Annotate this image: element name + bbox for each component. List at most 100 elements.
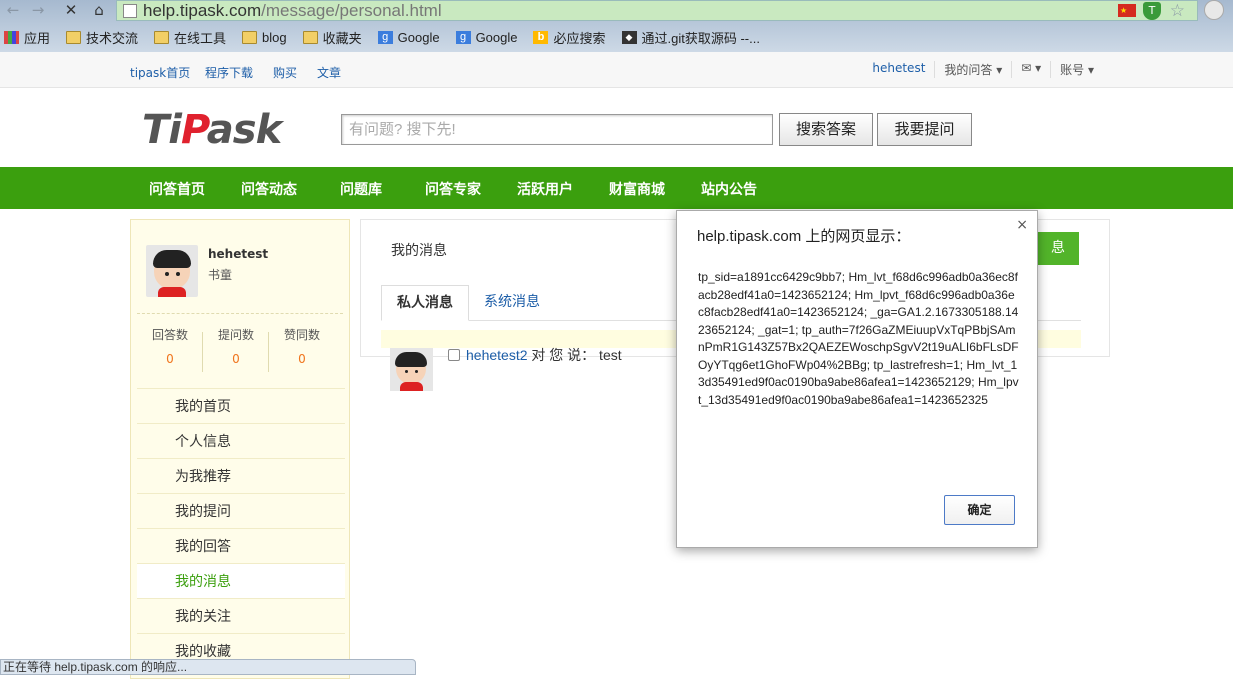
git-icon: ◆ xyxy=(621,30,637,44)
avatar-eye xyxy=(165,272,169,276)
bookmark-item[interactable]: b 必应搜索 xyxy=(529,28,606,47)
avatar-eye xyxy=(405,370,408,373)
message-checkbox[interactable] xyxy=(448,349,460,361)
avatar-hair xyxy=(395,352,427,367)
bookmark-item[interactable]: g Google xyxy=(374,30,440,45)
nav-item-experts[interactable]: 问答专家 xyxy=(425,179,481,199)
bookmark-star-icon[interactable]: ☆ xyxy=(1170,1,1185,21)
stat-likes[interactable]: 赞同数 0 xyxy=(269,326,335,366)
sidebar-username[interactable]: hehetest xyxy=(208,247,268,261)
search-input[interactable]: 有问题? 搜下先! xyxy=(341,114,773,145)
sidebar-item-profile[interactable]: 个人信息 xyxy=(137,423,345,458)
message-text: hehetest2 对 您 说： test xyxy=(466,345,622,365)
user-sidebar: hehetest 书童 回答数 0 提问数 0 赞同数 0 我的首页 个人信息 为我推… xyxy=(130,219,350,679)
bookmark-item[interactable]: 应用 xyxy=(0,28,50,47)
logo-text-p: P xyxy=(181,107,208,153)
bookmark-item[interactable]: ◆ 通过.git获取源码 --... xyxy=(618,28,760,47)
google-icon: g xyxy=(377,30,393,44)
tab-system-messages[interactable]: 系统消息 xyxy=(469,285,555,321)
china-flag-icon[interactable]: ★ xyxy=(1118,4,1136,17)
bookmark-label: 应用 xyxy=(24,30,51,46)
sidebar-menu: 我的首页 个人信息 为我推荐 我的提问 我的回答 我的消息 我的关注 我的收藏 xyxy=(137,388,345,668)
dialog-title: help.tipask.com 上的网页显示： xyxy=(697,228,911,245)
address-row: ← → ✕ ⌂ help.tipask.com/message/personal… xyxy=(0,0,1233,22)
stat-questions[interactable]: 提问数 0 xyxy=(203,326,269,366)
sidebar-item-my-answers[interactable]: 我的回答 xyxy=(137,528,345,563)
url-text[interactable]: help.tipask.com/message/personal.html xyxy=(143,1,442,21)
bookmark-label: 必应搜索 xyxy=(553,30,606,46)
ok-button[interactable]: 确定 xyxy=(944,495,1015,525)
topbar-link-buy[interactable]: 购买 xyxy=(273,64,297,81)
mail-dropdown[interactable]: ✉ ▾ xyxy=(1012,61,1052,78)
topbar-link-download[interactable]: 程序下载 xyxy=(205,64,253,81)
ask-question-button[interactable]: 我要提问 xyxy=(877,113,972,146)
bookmark-item[interactable]: g Google xyxy=(452,29,518,45)
nav-item-activity[interactable]: 问答动态 xyxy=(241,179,297,199)
page-icon xyxy=(123,3,137,18)
sidebar-item-recommend[interactable]: 为我推荐 xyxy=(137,458,345,493)
bookmark-item[interactable]: blog xyxy=(238,30,287,45)
avatar[interactable] xyxy=(390,348,433,391)
forward-arrow-icon[interactable]: → xyxy=(27,0,49,20)
nav-item-active-users[interactable]: 活跃用户 xyxy=(517,179,573,199)
main-nav: 问答首页 问答动态 问题库 问答专家 活跃用户 财富商城 站内公告 xyxy=(0,167,1233,209)
sidebar-item-messages[interactable]: 我的消息 xyxy=(137,563,345,598)
nav-item-mall[interactable]: 财富商城 xyxy=(609,179,665,199)
browser-menu-icon[interactable] xyxy=(1204,0,1224,20)
stat-label: 回答数 xyxy=(151,328,188,342)
nav-item-questions[interactable]: 问题库 xyxy=(340,179,382,199)
bookmark-label: Google xyxy=(475,29,518,45)
sidebar-item-following[interactable]: 我的关注 xyxy=(137,598,345,633)
back-arrow-icon[interactable]: ← xyxy=(2,0,24,20)
close-icon[interactable]: × xyxy=(1016,217,1028,233)
sidebar-item-my-questions[interactable]: 我的提问 xyxy=(137,493,345,528)
avatar[interactable] xyxy=(146,245,198,297)
stat-label: 提问数 xyxy=(217,328,254,342)
browser-chrome: ← → ✕ ⌂ help.tipask.com/message/personal… xyxy=(0,0,1233,52)
google-icon: g xyxy=(455,30,471,44)
bookmark-label: blog xyxy=(262,29,287,45)
nav-item-notices[interactable]: 站内公告 xyxy=(701,179,757,199)
stat-label: 赞同数 xyxy=(283,328,320,342)
address-bar[interactable]: help.tipask.com/message/personal.html ★ … xyxy=(116,0,1198,21)
bookmark-label: 技术交流 xyxy=(86,30,139,46)
username-link[interactable]: hehetest xyxy=(863,61,936,78)
stat-answers[interactable]: 回答数 0 xyxy=(137,326,203,366)
alert-dialog: × help.tipask.com 上的网页显示： tp_sid=a1891cc… xyxy=(676,210,1038,548)
bookmark-item[interactable]: 收藏夹 xyxy=(299,28,362,47)
shield-icon[interactable]: T xyxy=(1143,2,1161,20)
stop-icon[interactable]: ✕ xyxy=(60,0,82,20)
url-host: help.tipask.com xyxy=(143,0,262,20)
sidebar-item-home[interactable]: 我的首页 xyxy=(137,388,345,423)
dialog-message: tp_sid=a1891cc6429c9bb7; Hm_lvt_f68d6c99… xyxy=(698,270,1019,407)
bookmark-label: Google xyxy=(397,29,440,45)
account-dropdown[interactable]: 账号 ▾ xyxy=(1051,61,1103,78)
bookmark-item[interactable]: 在线工具 xyxy=(150,28,226,47)
site-header: TiPask 有问题? 搜下先! 搜索答案 我要提问 xyxy=(0,88,1233,167)
sidebar-rank: 书童 xyxy=(208,268,233,282)
logo-text-ask: ask xyxy=(206,107,282,153)
search-answers-button[interactable]: 搜索答案 xyxy=(779,113,873,146)
bookmark-item[interactable]: 技术交流 xyxy=(62,28,138,47)
avatar-eye xyxy=(176,272,180,276)
bing-icon: b xyxy=(533,30,549,44)
topbar-link-home[interactable]: tipask首页 xyxy=(130,64,190,81)
message-sender-link[interactable]: hehetest2 xyxy=(466,347,528,363)
tab-private-messages[interactable]: 私人消息 xyxy=(381,285,469,321)
search-placeholder: 有问题? 搜下先! xyxy=(349,121,456,138)
stat-value: 0 xyxy=(298,352,306,366)
home-icon[interactable]: ⌂ xyxy=(88,0,110,20)
user-menu: hehetest 我的问答 ▾ ✉ ▾ 账号 ▾ xyxy=(863,61,1103,78)
user-stats: 回答数 0 提问数 0 赞同数 0 xyxy=(137,313,343,381)
avatar-eye xyxy=(415,370,418,373)
bookmark-label: 在线工具 xyxy=(174,30,227,46)
my-qa-dropdown[interactable]: 我的问答 ▾ xyxy=(935,61,1013,78)
bookmark-label: 通过.git获取源码 --... xyxy=(641,30,760,46)
folder-icon xyxy=(242,30,258,44)
tipask-logo[interactable]: TiPask xyxy=(142,107,282,153)
avatar-hair xyxy=(153,250,191,268)
message-body: 对 您 说： test xyxy=(527,347,622,363)
apps-icon xyxy=(4,30,19,44)
topbar-link-articles[interactable]: 文章 xyxy=(317,64,341,81)
nav-item-home[interactable]: 问答首页 xyxy=(149,179,205,199)
